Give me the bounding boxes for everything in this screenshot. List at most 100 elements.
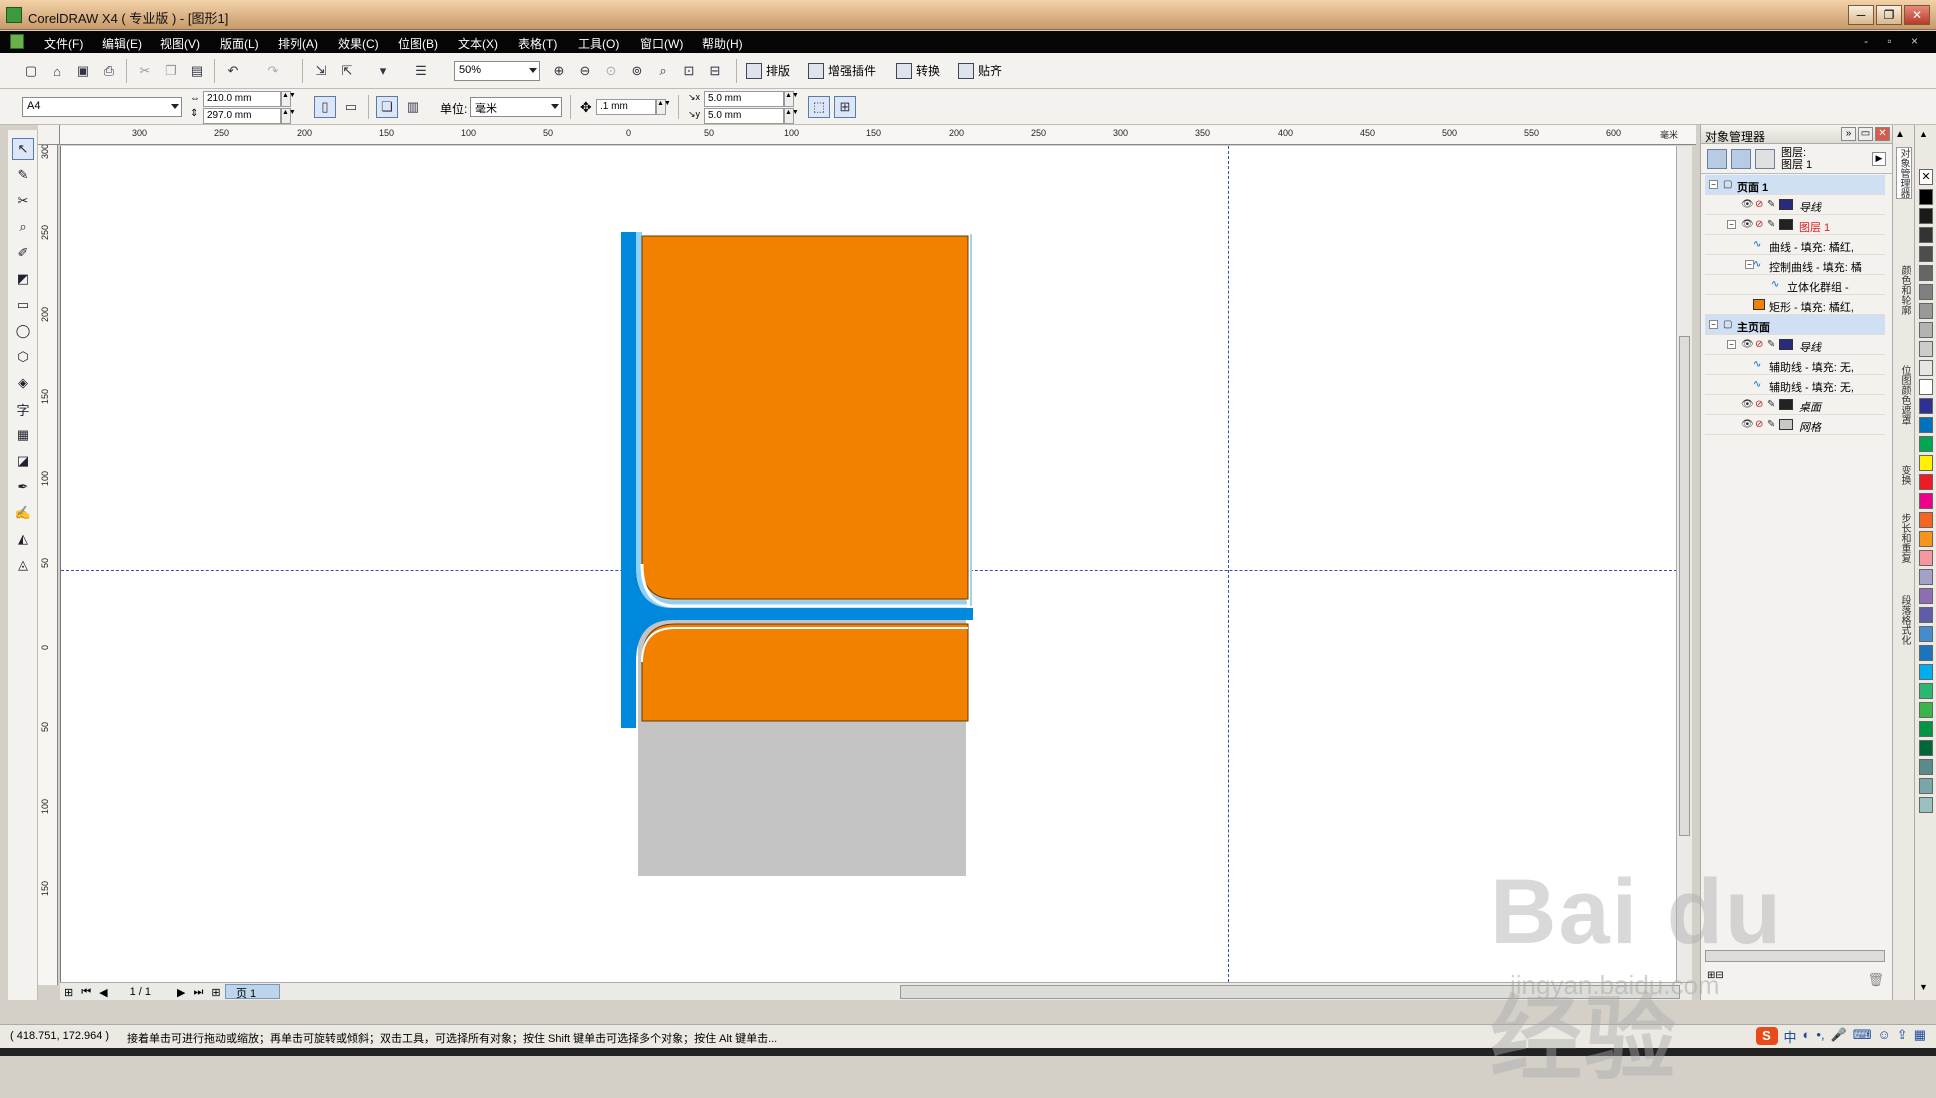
- menu-window[interactable]: 窗口(W): [640, 35, 683, 52]
- menu-file[interactable]: 文件(F): [44, 35, 83, 52]
- show-object-properties-icon[interactable]: [1707, 149, 1727, 169]
- all-pages-icon[interactable]: ❏: [376, 96, 398, 118]
- layer-color-swatch[interactable]: [1779, 339, 1793, 350]
- palette-color-swatch[interactable]: [1919, 588, 1933, 604]
- layer-visibility-icon[interactable]: 👁: [1741, 339, 1754, 350]
- document-window-controls[interactable]: - ▫ ×: [1864, 34, 1926, 48]
- palette-color-swatch[interactable]: [1919, 797, 1933, 813]
- treat-as-filled-icon[interactable]: ⬚: [808, 96, 830, 118]
- tree-layer-row[interactable]: − 👁 ⊘ ✎ 图层 1: [1705, 215, 1885, 235]
- layer-visibility-icon[interactable]: 👁: [1741, 419, 1754, 430]
- palette-color-swatch[interactable]: [1919, 398, 1933, 414]
- table-tool-icon[interactable]: ▦: [12, 424, 34, 446]
- horizontal-scrollbar[interactable]: [900, 985, 1680, 999]
- dock-tab-paragraph-format[interactable]: 段落格式化: [1896, 595, 1912, 645]
- vertical-scroll-thumb[interactable]: [1679, 336, 1690, 836]
- palette-color-swatch[interactable]: [1919, 550, 1933, 566]
- dock-tab-bitmap-mask[interactable]: 位图颜色遮罩: [1896, 365, 1912, 425]
- tree-expander-icon[interactable]: −: [1727, 220, 1736, 229]
- palette-color-swatch[interactable]: [1919, 227, 1933, 243]
- docker-close-button[interactable]: ✕: [1875, 127, 1890, 141]
- interactive-tool-icon[interactable]: ◪: [12, 450, 34, 472]
- ime-settings-icon[interactable]: ▦: [1914, 1027, 1926, 1046]
- palette-color-swatch[interactable]: [1919, 683, 1933, 699]
- palette-color-swatch[interactable]: [1919, 664, 1933, 680]
- layer-edit-icon[interactable]: ✎: [1767, 199, 1775, 210]
- ime-mode-indicator[interactable]: 中: [1784, 1027, 1797, 1046]
- menu-table[interactable]: 表格(T): [518, 35, 557, 52]
- units-combo[interactable]: 毫米: [470, 97, 562, 117]
- ime-fullwidth-icon[interactable]: •,: [1816, 1027, 1824, 1046]
- dock-tab-color-outline[interactable]: 颜色和轮廓: [1896, 265, 1912, 315]
- outline-tool-icon[interactable]: ✍: [12, 502, 34, 524]
- layer-visibility-icon[interactable]: 👁: [1741, 219, 1754, 230]
- palette-color-swatch[interactable]: [1919, 607, 1933, 623]
- pick-tool-icon[interactable]: ↖: [12, 138, 34, 160]
- redo-icon[interactable]: ↷: [262, 60, 284, 82]
- palette-color-swatch[interactable]: [1919, 740, 1933, 756]
- export-icon[interactable]: ⇱: [336, 60, 358, 82]
- delete-icon[interactable]: 🗑: [1867, 972, 1884, 988]
- palette-color-swatch[interactable]: [1919, 721, 1933, 737]
- orange-rectangle-top[interactable]: [641, 235, 969, 600]
- cut-icon[interactable]: ✂: [134, 60, 156, 82]
- new-layer-icon[interactable]: ⊞⊟: [1707, 970, 1747, 988]
- previous-page-icon[interactable]: ◀: [99, 986, 107, 999]
- palette-color-swatch[interactable]: [1919, 512, 1933, 528]
- height-spinner[interactable]: ▲▼: [281, 108, 296, 124]
- palette-color-swatch[interactable]: [1919, 702, 1933, 718]
- coreldraw-app-icon[interactable]: [6, 7, 22, 23]
- palette-color-swatch[interactable]: [1919, 569, 1933, 585]
- layer-print-icon[interactable]: ⊘: [1755, 339, 1763, 350]
- eyedropper-tool-icon[interactable]: ✒: [12, 476, 34, 498]
- layer-color-swatch[interactable]: [1779, 399, 1793, 410]
- skin-icon[interactable]: ⇪: [1897, 1027, 1908, 1046]
- duplicate-y-spinner[interactable]: ▲▼: [784, 108, 799, 124]
- menu-view[interactable]: 视图(V): [160, 35, 200, 52]
- copy-icon[interactable]: ❐: [160, 60, 182, 82]
- nudge-spinner[interactable]: ▲▼: [656, 99, 671, 115]
- print-icon[interactable]: ⎙: [98, 60, 120, 82]
- tree-object-row[interactable]: 矩形 - 填充: 橘红,: [1705, 295, 1885, 315]
- tree-layer-row[interactable]: 👁 ⊘ ✎ 桌面: [1705, 395, 1885, 415]
- palette-color-swatch[interactable]: [1919, 417, 1933, 433]
- palette-color-swatch[interactable]: [1919, 379, 1933, 395]
- drawing-artwork[interactable]: [61, 146, 1677, 982]
- tree-horizontal-scrollbar[interactable]: [1705, 950, 1885, 962]
- user-icon[interactable]: ☺: [1878, 1027, 1891, 1046]
- tree-expander-icon[interactable]: −: [1709, 180, 1718, 189]
- no-color-swatch[interactable]: ✕: [1919, 169, 1933, 185]
- microphone-icon[interactable]: 🎤: [1831, 1027, 1847, 1046]
- layer-print-icon[interactable]: ⊘: [1755, 399, 1763, 410]
- tree-expander-icon[interactable]: −: [1727, 340, 1736, 349]
- layer-visibility-icon[interactable]: 👁: [1741, 199, 1754, 210]
- keyboard-icon[interactable]: ⌨: [1853, 1027, 1872, 1046]
- zoom-page-height-icon[interactable]: ⊟: [704, 60, 726, 82]
- crop-tool-icon[interactable]: ✂: [12, 190, 34, 212]
- fill-tool-icon[interactable]: ◭: [12, 528, 34, 550]
- tree-page-row[interactable]: − ▢ 主页面: [1705, 315, 1885, 335]
- palette-color-swatch[interactable]: [1919, 759, 1933, 775]
- tree-layer-row[interactable]: 👁 ⊘ ✎ 网格: [1705, 415, 1885, 435]
- polygon-tool-icon[interactable]: ⬡: [12, 346, 34, 368]
- layer-manager-view-icon[interactable]: [1755, 149, 1775, 169]
- nudge-distance-field[interactable]: .1 mm: [596, 99, 656, 115]
- palette-color-swatch[interactable]: [1919, 322, 1933, 338]
- dock-tab-transform[interactable]: 变换: [1896, 465, 1912, 485]
- menu-arrange[interactable]: 排列(A): [278, 35, 318, 52]
- close-button[interactable]: ✕: [1904, 5, 1930, 25]
- layer-edit-icon[interactable]: ✎: [1767, 419, 1775, 430]
- freehand-tool-icon[interactable]: ✐: [12, 242, 34, 264]
- open-folder-icon[interactable]: ⌂: [46, 60, 68, 82]
- interactive-fill-tool-icon[interactable]: ◬: [12, 554, 34, 576]
- docker-minimize-button[interactable]: ▭: [1858, 127, 1873, 141]
- palette-color-swatch[interactable]: [1919, 474, 1933, 490]
- menu-bitmaps[interactable]: 位图(B): [398, 35, 438, 52]
- tree-object-row[interactable]: ∿ 辅助线 - 填充: 无,: [1705, 355, 1885, 375]
- scroll-tabs-up-icon[interactable]: ▲: [1895, 129, 1905, 140]
- palette-scroll-up-icon[interactable]: ▲: [1919, 129, 1928, 139]
- duplicate-x-spinner[interactable]: ▲▼: [784, 91, 799, 107]
- dock-tab-step-repeat[interactable]: 步长和重复: [1896, 513, 1912, 563]
- layout-button[interactable]: 排版: [746, 62, 790, 79]
- zoom-all-objects-icon[interactable]: ⊚: [626, 60, 648, 82]
